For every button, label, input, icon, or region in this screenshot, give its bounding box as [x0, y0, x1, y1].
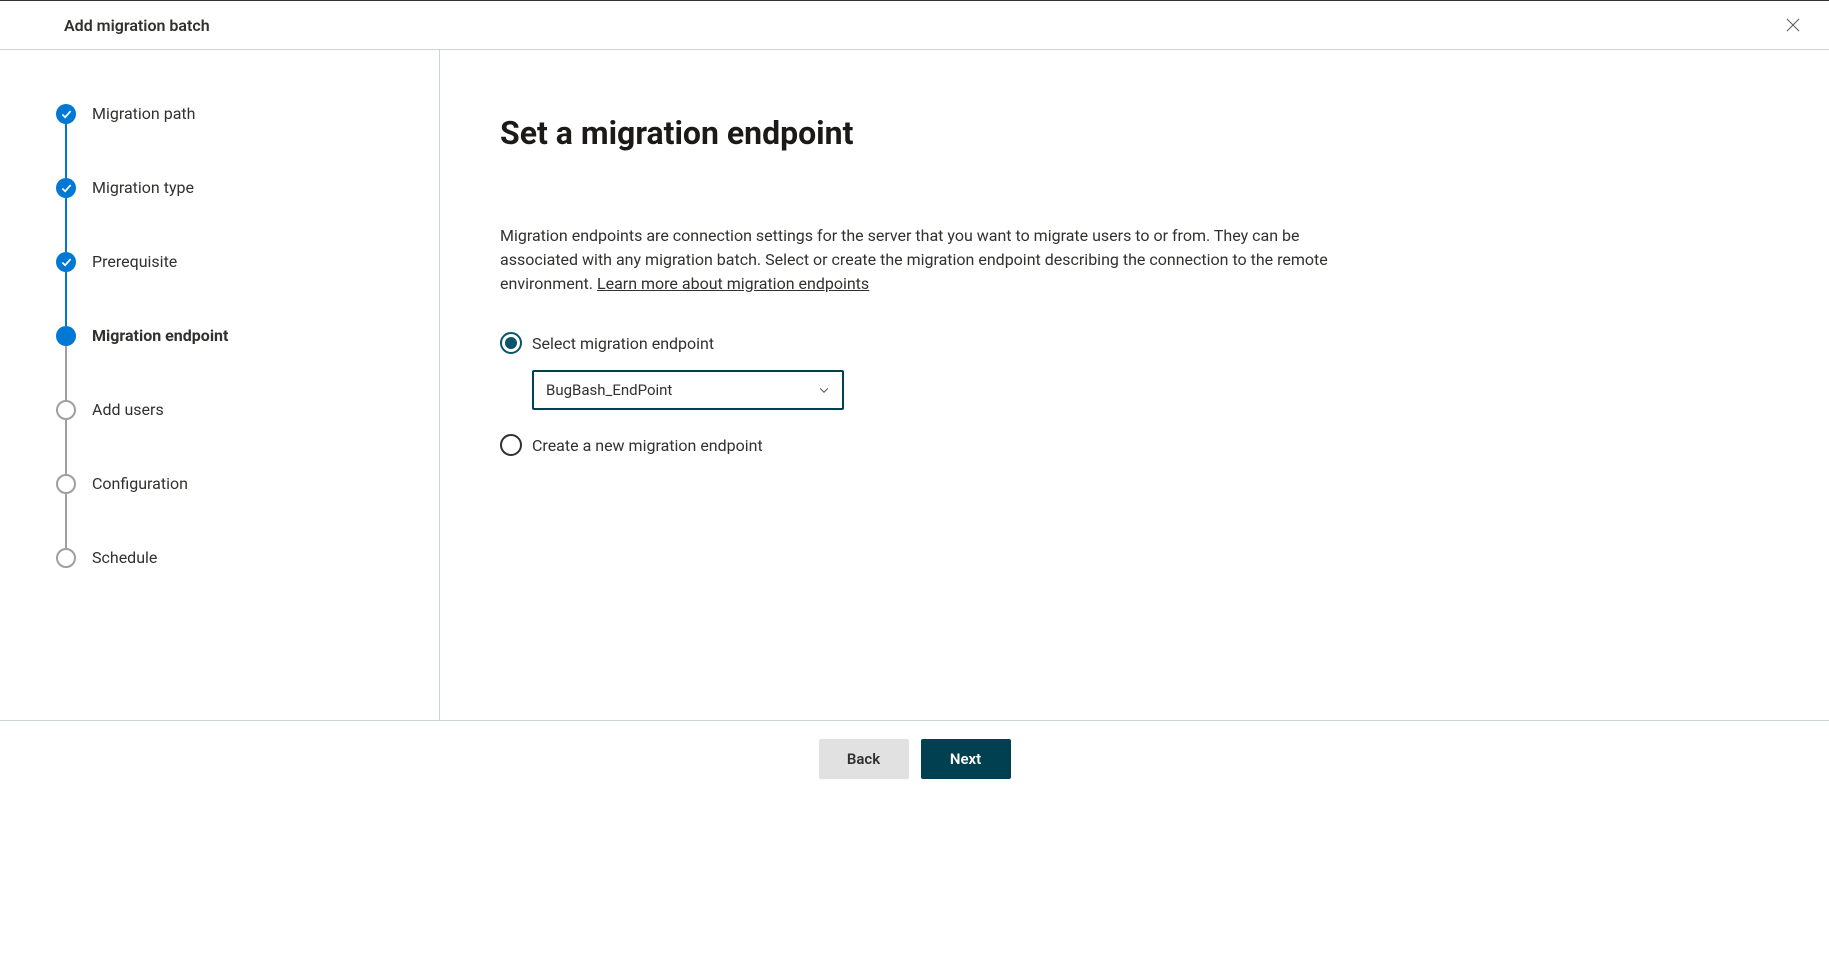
step-add-users[interactable]: Add users [56, 400, 439, 474]
step-list: Migration path Migration type [56, 104, 439, 568]
radio-button-icon [500, 434, 522, 456]
checkmark-icon [56, 178, 76, 198]
close-icon [1786, 18, 1800, 32]
step-connector [65, 420, 67, 474]
page-title: Set a migration endpoint [500, 114, 1769, 152]
step-connector [65, 198, 67, 252]
step-schedule[interactable]: Schedule [56, 548, 439, 568]
step-label: Add users [92, 400, 164, 420]
endpoint-choice-group: Select migration endpoint BugBash_EndPoi… [500, 332, 1769, 468]
dialog-title: Add migration batch [64, 16, 210, 35]
current-step-icon [56, 326, 76, 346]
close-button[interactable] [1781, 13, 1805, 37]
step-label: Prerequisite [92, 252, 177, 272]
step-label: Migration type [92, 178, 194, 198]
step-label: Migration path [92, 104, 195, 124]
dropdown-value: BugBash_EndPoint [546, 381, 672, 399]
step-configuration[interactable]: Configuration [56, 474, 439, 548]
back-button[interactable]: Back [819, 739, 909, 779]
main-content: Set a migration endpoint Migration endpo… [440, 50, 1829, 720]
learn-more-link[interactable]: Learn more about migration endpoints [597, 274, 869, 293]
step-label: Schedule [92, 548, 157, 568]
wizard-sidebar: Migration path Migration type [0, 50, 440, 720]
step-label: Migration endpoint [92, 326, 228, 346]
radio-select-endpoint[interactable]: Select migration endpoint [500, 332, 1769, 354]
radio-create-endpoint[interactable]: Create a new migration endpoint [500, 434, 1769, 456]
step-migration-path[interactable]: Migration path [56, 104, 439, 178]
step-connector [65, 124, 67, 178]
endpoint-dropdown[interactable]: BugBash_EndPoint [532, 370, 844, 410]
next-button[interactable]: Next [921, 739, 1011, 779]
checkmark-icon [56, 252, 76, 272]
radio-label: Select migration endpoint [532, 334, 714, 353]
page-description: Migration endpoints are connection setti… [500, 224, 1370, 296]
step-prerequisite[interactable]: Prerequisite [56, 252, 439, 326]
step-connector [65, 494, 67, 548]
radio-label: Create a new migration endpoint [532, 436, 763, 455]
checkmark-icon [56, 104, 76, 124]
radio-button-icon [500, 332, 522, 354]
upcoming-step-icon [56, 548, 76, 568]
step-connector [65, 272, 67, 326]
upcoming-step-icon [56, 474, 76, 494]
step-migration-type[interactable]: Migration type [56, 178, 439, 252]
dialog-footer: Back Next [0, 720, 1829, 797]
upcoming-step-icon [56, 400, 76, 420]
step-label: Configuration [92, 474, 188, 494]
step-migration-endpoint[interactable]: Migration endpoint [56, 326, 439, 400]
step-connector [65, 346, 67, 400]
dialog-header: Add migration batch [0, 1, 1829, 50]
chevron-down-icon [818, 384, 830, 396]
